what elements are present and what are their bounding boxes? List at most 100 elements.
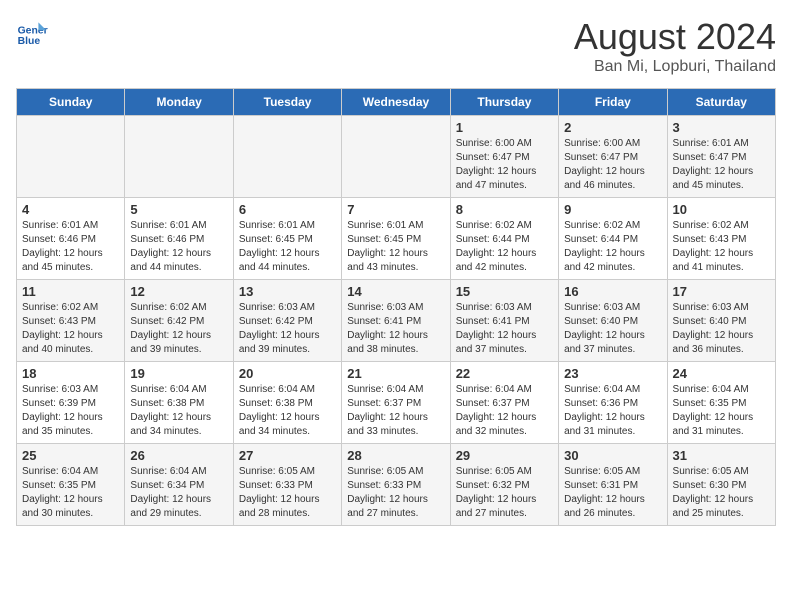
day-number: 14 — [347, 284, 444, 299]
calendar-cell: 16Sunrise: 6:03 AM Sunset: 6:40 PM Dayli… — [559, 280, 667, 362]
calendar-cell — [125, 116, 233, 198]
day-info: Sunrise: 6:02 AM Sunset: 6:43 PM Dayligh… — [22, 301, 119, 357]
week-row-2: 4Sunrise: 6:01 AM Sunset: 6:46 PM Daylig… — [17, 198, 776, 280]
day-number: 24 — [673, 366, 770, 381]
calendar-cell: 28Sunrise: 6:05 AM Sunset: 6:33 PM Dayli… — [342, 444, 450, 526]
calendar-cell: 21 Sunrise: 6:04 AM Sunset: 6:37 PM Dayli… — [342, 362, 450, 444]
day-header-row: SundayMondayTuesdayWednesdayThursdayFrid… — [17, 89, 776, 116]
day-number: 1 — [456, 120, 553, 135]
day-number: 20 — [239, 366, 336, 381]
day-number: 19 — [130, 366, 227, 381]
day-header-thursday: Thursday — [450, 89, 558, 116]
day-number: 7 — [347, 202, 444, 217]
week-row-4: 18 Sunrise: 6:03 AM Sunset: 6:39 PM Dayli… — [17, 362, 776, 444]
day-number: 30 — [564, 448, 661, 463]
day-info: Sunrise: 6:04 AM Sunset: 6:35 PM Dayligh… — [673, 383, 770, 439]
day-info: Sunrise: 6:01 AM Sunset: 6:45 PM Dayligh… — [347, 219, 444, 275]
day-info: Sunrise: 6:01 AM Sunset: 6:47 PM Dayligh… — [673, 137, 770, 193]
day-info: Sunrise: 6:05 AM Sunset: 6:31 PM Dayligh… — [564, 465, 661, 521]
calendar-table: SundayMondayTuesdayWednesdayThursdayFrid… — [16, 88, 776, 526]
calendar-cell: 18 Sunrise: 6:03 AM Sunset: 6:39 PM Dayli… — [17, 362, 125, 444]
day-header-monday: Monday — [125, 89, 233, 116]
day-info: Sunrise: 6:03 AM Sunset: 6:42 PM Dayligh… — [239, 301, 336, 357]
day-info: Sunrise: 6:01 AM Sunset: 6:46 PM Dayligh… — [22, 219, 119, 275]
day-number: 2 — [564, 120, 661, 135]
title-section: August 2024 Ban Mi, Lopburi, Thailand — [574, 16, 776, 76]
day-number: 16 — [564, 284, 661, 299]
calendar-cell: 22 Sunrise: 6:04 AM Sunset: 6:37 PM Dayli… — [450, 362, 558, 444]
day-number: 31 — [673, 448, 770, 463]
day-info: Sunrise: 6:03 AM Sunset: 6:39 PM Dayligh… — [22, 383, 119, 439]
day-number: 21 — [347, 366, 444, 381]
day-header-tuesday: Tuesday — [233, 89, 341, 116]
calendar-cell: 30 Sunrise: 6:05 AM Sunset: 6:31 PM Dayli… — [559, 444, 667, 526]
day-info: Sunrise: 6:02 AM Sunset: 6:44 PM Dayligh… — [456, 219, 553, 275]
day-info: Sunrise: 6:04 AM Sunset: 6:37 PM Dayligh… — [456, 383, 553, 439]
day-number: 15 — [456, 284, 553, 299]
day-info: Sunrise: 6:05 AM Sunset: 6:32 PM Dayligh… — [456, 465, 553, 521]
calendar-cell: 23 Sunrise: 6:04 AM Sunset: 6:36 PM Dayli… — [559, 362, 667, 444]
day-info: Sunrise: 6:04 AM Sunset: 6:38 PM Dayligh… — [130, 383, 227, 439]
calendar-cell: 1 Sunrise: 6:00 AM Sunset: 6:47 PM Daylig… — [450, 116, 558, 198]
day-info: Sunrise: 6:03 AM Sunset: 6:41 PM Dayligh… — [347, 301, 444, 357]
day-number: 17 — [673, 284, 770, 299]
day-number: 5 — [130, 202, 227, 217]
calendar-cell: 5Sunrise: 6:01 AM Sunset: 6:46 PM Daylig… — [125, 198, 233, 280]
day-number: 12 — [130, 284, 227, 299]
calendar-cell: 19 Sunrise: 6:04 AM Sunset: 6:38 PM Dayli… — [125, 362, 233, 444]
subtitle: Ban Mi, Lopburi, Thailand — [574, 58, 776, 76]
day-number: 29 — [456, 448, 553, 463]
logo: General Blue — [16, 16, 48, 48]
day-info: Sunrise: 6:05 AM Sunset: 6:30 PM Dayligh… — [673, 465, 770, 521]
day-info: Sunrise: 6:04 AM Sunset: 6:34 PM Dayligh… — [130, 465, 227, 521]
day-header-sunday: Sunday — [17, 89, 125, 116]
day-header-wednesday: Wednesday — [342, 89, 450, 116]
logo-icon: General Blue — [16, 16, 48, 48]
calendar-cell: 6 Sunrise: 6:01 AM Sunset: 6:45 PM Daylig… — [233, 198, 341, 280]
day-number: 27 — [239, 448, 336, 463]
day-info: Sunrise: 6:02 AM Sunset: 6:44 PM Dayligh… — [564, 219, 661, 275]
calendar-body: 1 Sunrise: 6:00 AM Sunset: 6:47 PM Daylig… — [17, 116, 776, 526]
calendar-cell — [233, 116, 341, 198]
day-info: Sunrise: 6:01 AM Sunset: 6:45 PM Dayligh… — [239, 219, 336, 275]
calendar-cell: 17 Sunrise: 6:03 AM Sunset: 6:40 PM Dayli… — [667, 280, 775, 362]
calendar-cell — [17, 116, 125, 198]
day-number: 22 — [456, 366, 553, 381]
calendar-cell: 29 Sunrise: 6:05 AM Sunset: 6:32 PM Dayli… — [450, 444, 558, 526]
day-info: Sunrise: 6:04 AM Sunset: 6:36 PM Dayligh… — [564, 383, 661, 439]
calendar-cell: 15Sunrise: 6:03 AM Sunset: 6:41 PM Dayli… — [450, 280, 558, 362]
day-info: Sunrise: 6:04 AM Sunset: 6:38 PM Dayligh… — [239, 383, 336, 439]
day-info: Sunrise: 6:05 AM Sunset: 6:33 PM Dayligh… — [239, 465, 336, 521]
calendar-cell: 14 Sunrise: 6:03 AM Sunset: 6:41 PM Dayli… — [342, 280, 450, 362]
main-title: August 2024 — [574, 16, 776, 58]
day-number: 23 — [564, 366, 661, 381]
day-number: 13 — [239, 284, 336, 299]
day-info: Sunrise: 6:04 AM Sunset: 6:35 PM Dayligh… — [22, 465, 119, 521]
day-number: 3 — [673, 120, 770, 135]
day-info: Sunrise: 6:00 AM Sunset: 6:47 PM Dayligh… — [456, 137, 553, 193]
day-number: 6 — [239, 202, 336, 217]
day-info: Sunrise: 6:02 AM Sunset: 6:42 PM Dayligh… — [130, 301, 227, 357]
day-number: 8 — [456, 202, 553, 217]
calendar-cell: 25Sunrise: 6:04 AM Sunset: 6:35 PM Dayli… — [17, 444, 125, 526]
day-info: Sunrise: 6:03 AM Sunset: 6:40 PM Dayligh… — [673, 301, 770, 357]
day-number: 28 — [347, 448, 444, 463]
calendar-cell: 7 Sunrise: 6:01 AM Sunset: 6:45 PM Daylig… — [342, 198, 450, 280]
day-number: 10 — [673, 202, 770, 217]
calendar-cell: 27 Sunrise: 6:05 AM Sunset: 6:33 PM Dayli… — [233, 444, 341, 526]
day-header-friday: Friday — [559, 89, 667, 116]
day-info: Sunrise: 6:04 AM Sunset: 6:37 PM Dayligh… — [347, 383, 444, 439]
calendar-cell: 31 Sunrise: 6:05 AM Sunset: 6:30 PM Dayli… — [667, 444, 775, 526]
week-row-3: 11 Sunrise: 6:02 AM Sunset: 6:43 PM Dayli… — [17, 280, 776, 362]
day-header-saturday: Saturday — [667, 89, 775, 116]
calendar-cell: 2 Sunrise: 6:00 AM Sunset: 6:47 PM Daylig… — [559, 116, 667, 198]
calendar-cell: 11 Sunrise: 6:02 AM Sunset: 6:43 PM Dayli… — [17, 280, 125, 362]
day-info: Sunrise: 6:00 AM Sunset: 6:47 PM Dayligh… — [564, 137, 661, 193]
svg-text:Blue: Blue — [18, 36, 41, 47]
day-number: 11 — [22, 284, 119, 299]
day-number: 9 — [564, 202, 661, 217]
day-number: 18 — [22, 366, 119, 381]
svg-text:General: General — [18, 26, 48, 37]
calendar-header: SundayMondayTuesdayWednesdayThursdayFrid… — [17, 89, 776, 116]
day-info: Sunrise: 6:02 AM Sunset: 6:43 PM Dayligh… — [673, 219, 770, 275]
